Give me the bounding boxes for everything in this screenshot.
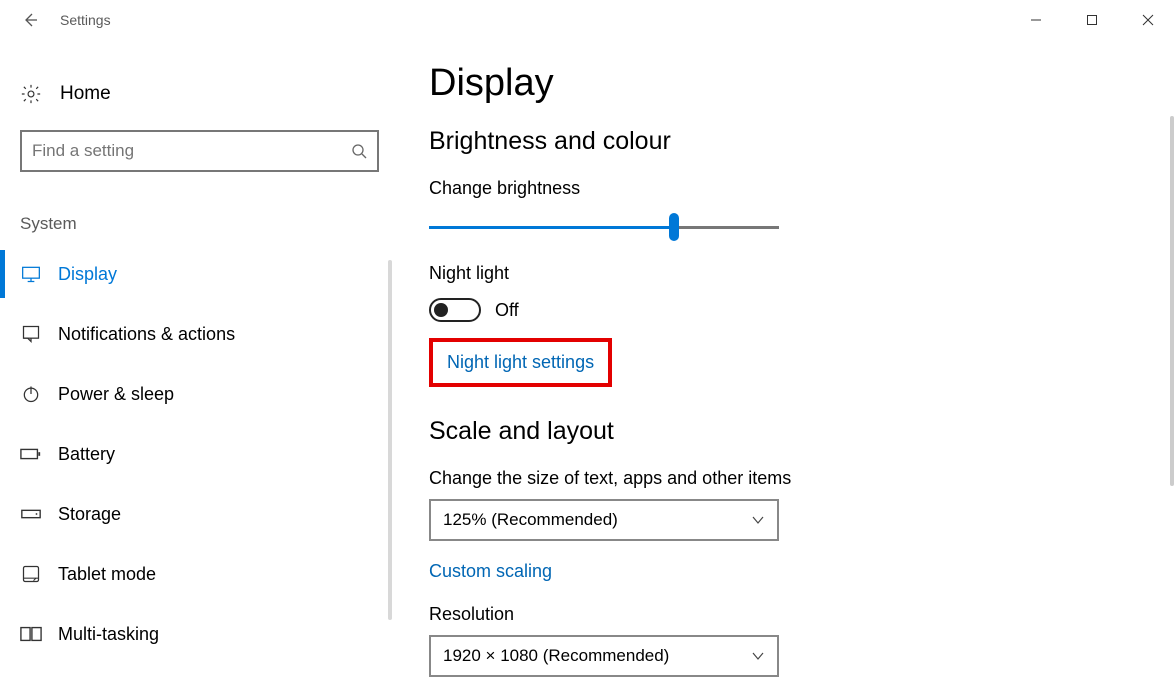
toggle-knob bbox=[434, 303, 448, 317]
night-light-settings-link[interactable]: Night light settings bbox=[429, 338, 612, 387]
slider-fill bbox=[429, 226, 669, 229]
resolution-dropdown[interactable]: 1920 × 1080 (Recommended) bbox=[429, 635, 779, 677]
slider-thumb[interactable] bbox=[669, 213, 679, 241]
sidebar-item-multitasking[interactable]: Multi-tasking bbox=[0, 604, 395, 664]
close-icon bbox=[1142, 14, 1154, 26]
sidebar-item-storage[interactable]: Storage bbox=[0, 484, 395, 544]
scale-value: 125% (Recommended) bbox=[443, 510, 618, 530]
storage-icon bbox=[20, 503, 42, 525]
search-field[interactable] bbox=[32, 141, 351, 161]
notifications-icon bbox=[20, 323, 42, 345]
brightness-slider[interactable] bbox=[429, 213, 779, 241]
resolution-label: Resolution bbox=[429, 604, 1176, 625]
sidebar-item-label: Power & sleep bbox=[58, 384, 174, 405]
minimize-button[interactable] bbox=[1008, 0, 1064, 40]
custom-scaling-link[interactable]: Custom scaling bbox=[429, 561, 552, 582]
home-label: Home bbox=[60, 83, 111, 105]
sidebar-item-label: Storage bbox=[58, 504, 121, 525]
power-icon bbox=[20, 383, 42, 405]
tablet-icon bbox=[20, 563, 42, 585]
sidebar-item-label: Multi-tasking bbox=[58, 624, 159, 645]
home-nav[interactable]: Home bbox=[0, 70, 395, 118]
maximize-button[interactable] bbox=[1064, 0, 1120, 40]
window-controls bbox=[1008, 0, 1176, 40]
sidebar-scrollbar[interactable] bbox=[383, 260, 395, 699]
sidebar-item-display[interactable]: Display bbox=[0, 244, 395, 304]
chevron-down-icon bbox=[751, 513, 765, 527]
sidebar-item-label: Display bbox=[58, 264, 117, 285]
section-scale-title: Scale and layout bbox=[429, 417, 1176, 446]
sidebar-category: System bbox=[0, 172, 395, 244]
search-icon bbox=[351, 143, 367, 159]
search-input[interactable] bbox=[20, 130, 379, 172]
content-scrollbar[interactable] bbox=[1160, 40, 1176, 699]
close-button[interactable] bbox=[1120, 0, 1176, 40]
sidebar: Home System Display Notifications & acti… bbox=[0, 40, 395, 699]
title-bar: Settings bbox=[0, 0, 1176, 40]
scale-dropdown[interactable]: 125% (Recommended) bbox=[429, 499, 779, 541]
section-brightness-title: Brightness and colour bbox=[429, 127, 1176, 156]
arrow-left-icon bbox=[22, 12, 38, 28]
maximize-icon bbox=[1086, 14, 1098, 26]
window-title: Settings bbox=[60, 12, 111, 28]
night-light-label: Night light bbox=[429, 263, 1176, 284]
minimize-icon bbox=[1030, 14, 1042, 26]
sidebar-item-label: Notifications & actions bbox=[58, 324, 235, 345]
sidebar-item-notifications[interactable]: Notifications & actions bbox=[0, 304, 395, 364]
battery-icon bbox=[20, 443, 42, 465]
sidebar-item-power[interactable]: Power & sleep bbox=[0, 364, 395, 424]
page-title: Display bbox=[429, 62, 1176, 105]
sidebar-item-tablet[interactable]: Tablet mode bbox=[0, 544, 395, 604]
scrollbar-thumb[interactable] bbox=[388, 260, 392, 620]
main-content: Display Brightness and colour Change bri… bbox=[395, 40, 1176, 699]
chevron-down-icon bbox=[751, 649, 765, 663]
back-button[interactable] bbox=[0, 0, 60, 40]
night-light-state: Off bbox=[495, 300, 519, 321]
nav-list: Display Notifications & actions Power & … bbox=[0, 244, 395, 664]
sidebar-item-label: Battery bbox=[58, 444, 115, 465]
gear-icon bbox=[20, 83, 42, 105]
sidebar-item-battery[interactable]: Battery bbox=[0, 424, 395, 484]
scrollbar-thumb[interactable] bbox=[1170, 116, 1174, 486]
scale-label: Change the size of text, apps and other … bbox=[429, 468, 1176, 489]
slider-rest bbox=[679, 226, 779, 229]
sidebar-item-label: Tablet mode bbox=[58, 564, 156, 585]
resolution-value: 1920 × 1080 (Recommended) bbox=[443, 646, 669, 666]
brightness-label: Change brightness bbox=[429, 178, 1176, 199]
night-light-toggle[interactable] bbox=[429, 298, 481, 322]
multitasking-icon bbox=[20, 623, 42, 645]
monitor-icon bbox=[20, 263, 42, 285]
